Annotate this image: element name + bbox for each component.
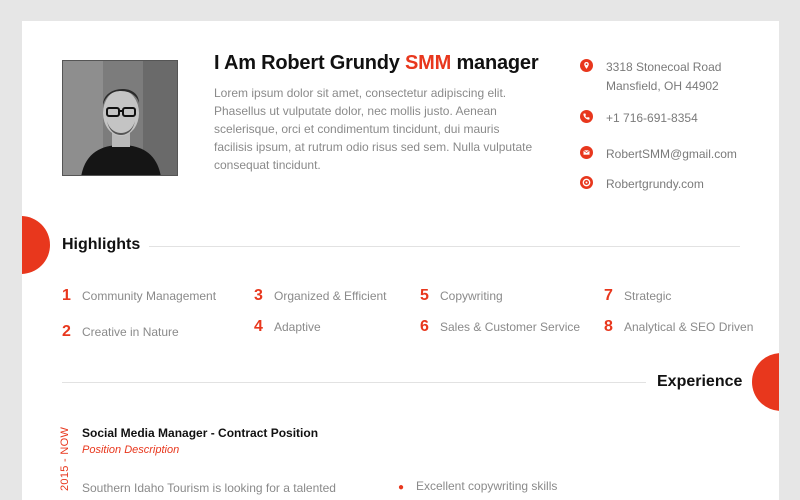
job-subtitle: Position Description [82,444,180,456]
contact-address: 3318 Stonecoal Road Mansfield, OH 44902 [580,58,721,96]
job-title: Social Media Manager - Contract Position [82,426,319,440]
address-text: 3318 Stonecoal Road Mansfield, OH 44902 [606,60,722,93]
phone-text[interactable]: +1 716-691-8354 [606,109,698,128]
experience-divider [62,382,646,383]
contact-website: Robertgrundy.com [580,175,704,194]
profile-name: I Am Robert Grundy SMM manager [214,52,539,75]
name-accent: SMM [405,52,452,74]
mail-icon [580,146,593,159]
highlight-item: 5 Copywriting [420,287,503,304]
highlight-item: 2 Creative in Nature [62,323,179,340]
highlight-item: 7 Strategic [604,287,672,304]
website-text[interactable]: Robertgrundy.com [606,175,704,194]
email-text[interactable]: RobertSMM@gmail.com [606,145,737,164]
experience-years: 2015 - NOW [59,426,71,491]
job-description: Southern Idaho Tourism is looking for a … [82,481,336,495]
profile-photo [62,60,178,176]
phone-icon [580,110,593,123]
experience-title: Experience [657,373,743,390]
contact-email: RobertSMM@gmail.com [580,145,737,164]
location-pin-icon [580,59,593,72]
globe-icon [580,176,593,189]
name-prefix: I Am Robert Grundy [214,52,406,74]
highlight-item: 1 Community Management [62,287,217,304]
profile-bio: Lorem ipsum dolor sit amet, consectetur … [214,86,533,172]
highlight-item: 8 Analytical & SEO Driven [604,318,754,335]
highlight-item: 6 Sales & Customer Service [420,318,581,335]
highlights-divider [149,246,740,247]
resume-sheet: I Am Robert Grundy SMM manager Lorem ips… [22,21,779,500]
highlight-item: 3 Organized & Efficient [254,287,387,304]
name-suffix: manager [451,52,539,74]
contact-phone: +1 716-691-8354 [580,109,698,128]
decorative-circle-right [752,353,779,411]
highlights-title: Highlights [62,236,141,253]
bullet-dot-icon: ● [398,482,405,493]
highlight-item: 4 Adaptive [254,318,321,335]
decorative-circle-left [22,216,50,274]
job-bullet: ● Excellent copywriting skills [398,479,558,493]
